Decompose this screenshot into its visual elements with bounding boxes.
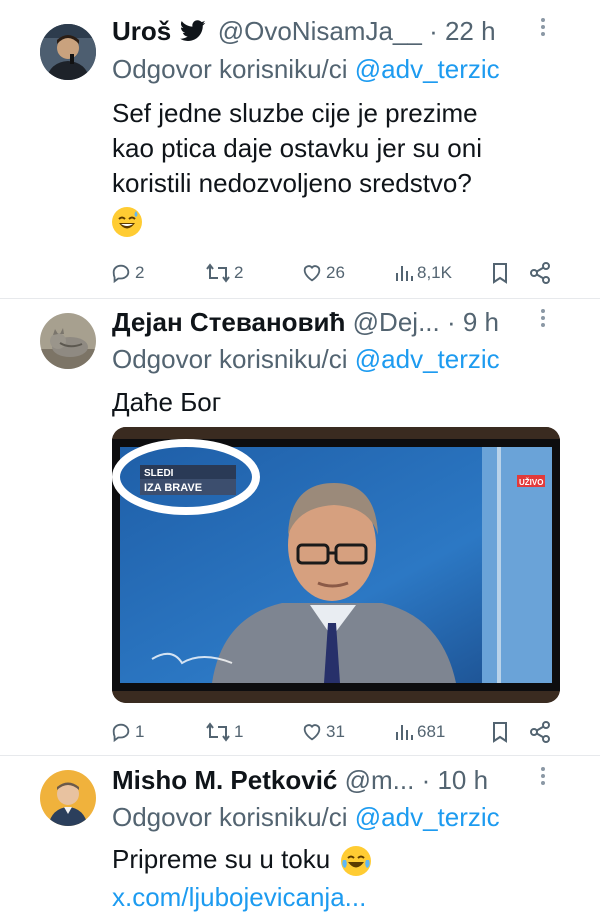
reply-count: 2 bbox=[135, 263, 145, 282]
views-icon bbox=[396, 725, 413, 740]
reply-prefix: Odgovor korisniku/ci bbox=[112, 344, 348, 374]
author-name[interactable]: Misho M. Petković bbox=[112, 765, 337, 795]
retweet-button[interactable]: 2 bbox=[205, 258, 243, 288]
tweet-actions: 2 2 26 8,1K bbox=[110, 258, 560, 288]
retweet-button[interactable]: 1 bbox=[205, 717, 243, 747]
reply-context: Odgovor korisniku/ci @adv_terzic bbox=[112, 52, 500, 86]
tv-live-badge: UŽIVO bbox=[519, 478, 543, 487]
views-button[interactable]: 8,1K bbox=[394, 258, 452, 288]
like-button[interactable]: 26 bbox=[301, 258, 345, 288]
tweet[interactable]: Misho M. Petković @m... · 10 h Odgovor k… bbox=[0, 756, 600, 912]
share-button[interactable] bbox=[529, 258, 551, 288]
retweet-count: 2 bbox=[234, 263, 244, 282]
heart-icon bbox=[303, 265, 321, 282]
author-handle[interactable]: @OvoNisamJa__ bbox=[218, 16, 422, 46]
tv-banner-line1: SLEDI bbox=[144, 468, 174, 479]
views-icon bbox=[396, 266, 413, 281]
bookmark-icon bbox=[493, 722, 507, 743]
bookmark-icon bbox=[493, 263, 507, 284]
reply-count: 1 bbox=[135, 722, 145, 741]
mention-link[interactable]: @adv_terzic bbox=[355, 54, 500, 84]
tweet-header: Дејан Стевановић @Dej... · 9 h bbox=[112, 305, 499, 339]
like-count: 26 bbox=[326, 263, 345, 282]
text-line: kao ptica daje ostavku jer su oni bbox=[112, 133, 482, 163]
view-count: 681 bbox=[417, 722, 446, 741]
more-options-icon[interactable] bbox=[540, 763, 554, 797]
reply-context: Odgovor korisniku/ci @adv_terzic bbox=[112, 342, 500, 376]
tweet-text: Sef jedne sluzbe cije je prezime kao pti… bbox=[112, 96, 572, 237]
emoji-row bbox=[112, 201, 572, 237]
mention-link[interactable]: @adv_terzic bbox=[355, 344, 500, 374]
view-count: 8,1K bbox=[417, 263, 452, 282]
avatar[interactable] bbox=[40, 313, 96, 369]
retweet-icon bbox=[206, 263, 230, 283]
author-handle[interactable]: @m... bbox=[345, 765, 415, 795]
text-line: Sef jedne sluzbe cije je prezime bbox=[112, 98, 478, 128]
tweet[interactable]: Uroš @OvoNisamJa__ · 22 h Odgovor korisn… bbox=[0, 0, 600, 298]
text-line: koristili nedozvoljeno sredstvo? bbox=[112, 168, 472, 198]
avatar[interactable] bbox=[40, 24, 96, 80]
tweet-text: Pripreme su u toku bbox=[112, 842, 572, 877]
tweet-time[interactable]: · 9 h bbox=[447, 307, 499, 337]
like-button[interactable]: 31 bbox=[301, 717, 345, 747]
bookmark-button[interactable] bbox=[491, 717, 509, 747]
reply-icon bbox=[112, 723, 130, 743]
mention-link[interactable]: @adv_terzic bbox=[355, 802, 500, 832]
tweet-image[interactable]: SLEDI IZA BRAVE UŽIVO bbox=[112, 427, 560, 703]
tv-banner-line2: IZA BRAVE bbox=[144, 482, 202, 494]
tweet-time[interactable]: · 22 h bbox=[429, 16, 496, 46]
heart-icon bbox=[303, 724, 321, 741]
reply-context: Odgovor korisniku/ci @adv_terzic bbox=[112, 800, 500, 834]
bookmark-button[interactable] bbox=[491, 258, 509, 288]
reply-prefix: Odgovor korisniku/ci bbox=[112, 54, 348, 84]
more-options-icon[interactable] bbox=[540, 305, 554, 339]
tears-of-joy-emoji bbox=[341, 846, 372, 877]
author-name[interactable]: Uroš bbox=[112, 16, 171, 46]
tweet-link[interactable]: x.com/ljubojevicanja... bbox=[112, 880, 366, 914]
tweet-time[interactable]: · 10 h bbox=[422, 765, 489, 795]
retweet-count: 1 bbox=[234, 722, 244, 741]
tweet-actions: 1 1 31 681 bbox=[110, 717, 560, 747]
share-icon bbox=[530, 721, 550, 743]
reply-prefix: Odgovor korisniku/ci bbox=[112, 802, 348, 832]
bird-icon bbox=[180, 20, 207, 41]
share-icon bbox=[530, 262, 550, 284]
tweet-text-content: Pripreme su u toku bbox=[112, 844, 331, 874]
tweet-header: Uroš @OvoNisamJa__ · 22 h bbox=[112, 14, 496, 48]
share-button[interactable] bbox=[529, 717, 551, 747]
link-text[interactable]: x.com/ljubojevicanja... bbox=[112, 882, 366, 912]
retweet-icon bbox=[206, 722, 230, 742]
reply-button[interactable]: 1 bbox=[110, 717, 144, 747]
author-name[interactable]: Дејан Стевановић bbox=[112, 307, 345, 337]
tweet-text: Даће Бог bbox=[112, 387, 222, 417]
avatar[interactable] bbox=[40, 770, 96, 826]
more-options-icon[interactable] bbox=[540, 14, 554, 48]
tweet[interactable]: Дејан Стевановић @Dej... · 9 h Odgovor k… bbox=[0, 299, 600, 755]
reply-icon bbox=[112, 264, 130, 284]
author-handle[interactable]: @Dej... bbox=[353, 307, 440, 337]
reply-button[interactable]: 2 bbox=[110, 258, 144, 288]
sweat-smile-emoji bbox=[112, 206, 142, 237]
views-button[interactable]: 681 bbox=[394, 717, 445, 747]
like-count: 31 bbox=[326, 722, 345, 741]
tweet-header: Misho M. Petković @m... · 10 h bbox=[112, 763, 488, 797]
